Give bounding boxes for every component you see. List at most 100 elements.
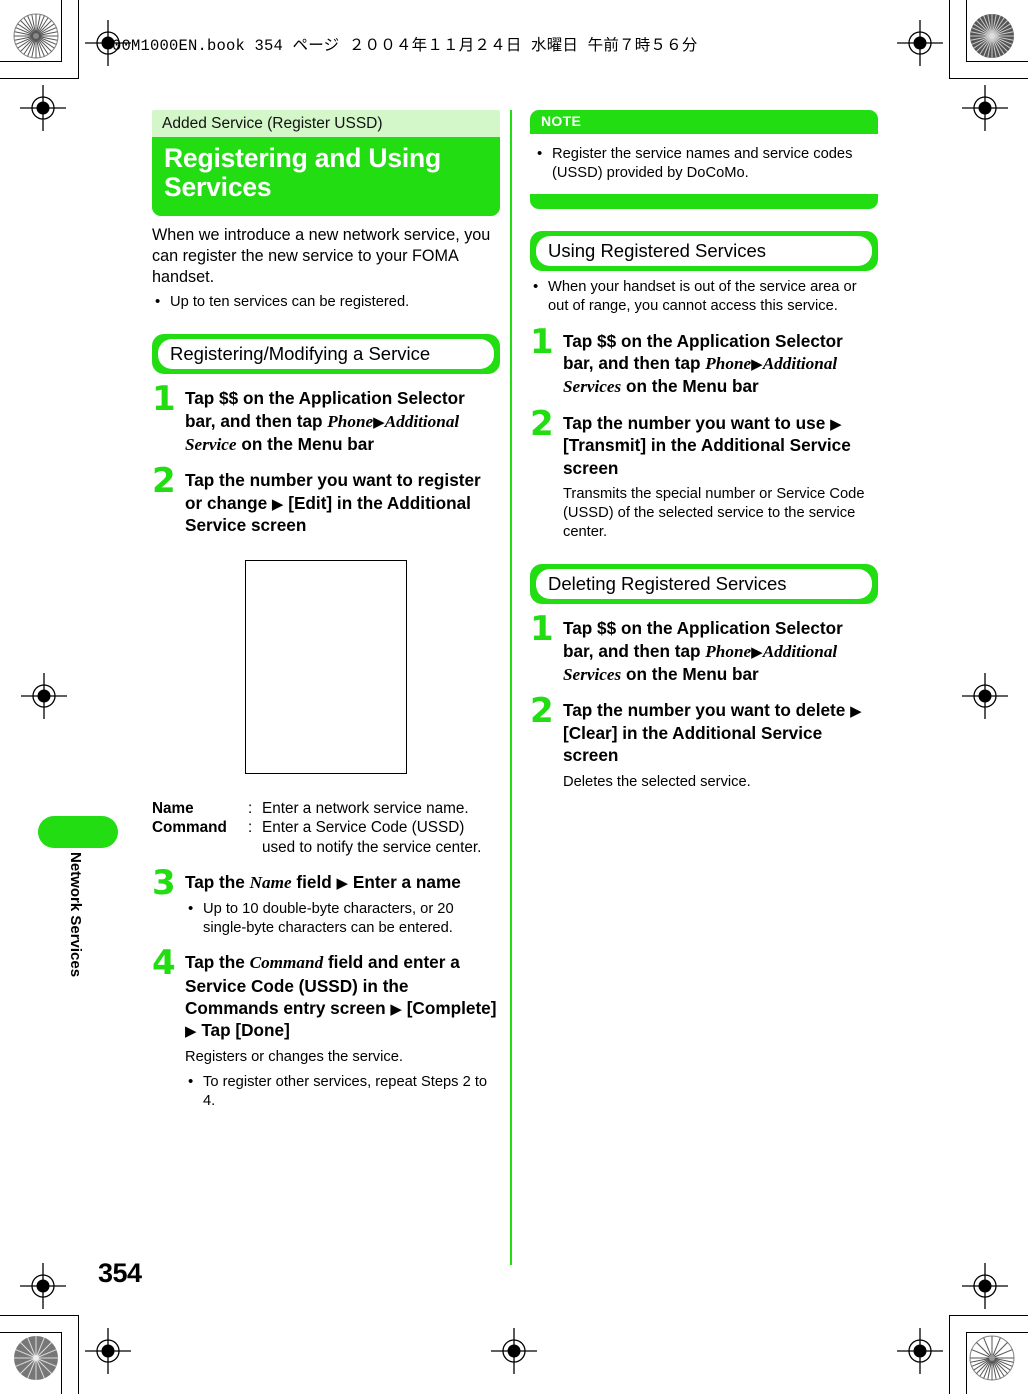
step-body: Tap the number you want to use ▶ [Transm… xyxy=(563,412,878,479)
arrow-icon: ▶ xyxy=(185,1022,197,1041)
step-text: Tap the number you want to delete xyxy=(563,700,851,721)
emphasis-term: Phone xyxy=(327,411,374,431)
arrow-icon: ▶ xyxy=(271,494,284,513)
page-title: Registering and Using Services xyxy=(164,143,442,203)
step-number: 2 xyxy=(530,691,554,732)
step-body: Tap $$ on the Application Selector bar, … xyxy=(563,617,878,686)
note-body: Register the service names and service c… xyxy=(530,134,878,195)
registration-crosshair-icon xyxy=(491,1328,537,1374)
arrow-icon: ▶ xyxy=(373,412,385,431)
step-note: Registers or changes the service. xyxy=(185,1048,403,1065)
arrow-icon: ▶ xyxy=(830,414,842,433)
emphasis-term: Command xyxy=(249,953,324,973)
starburst-registration-icon xyxy=(969,13,1015,59)
step-body: Tap the Command field and enter a Servic… xyxy=(185,951,500,1042)
definition-colon: : xyxy=(248,819,253,837)
step-number: 1 xyxy=(530,321,554,362)
note-footer-bar xyxy=(530,194,878,210)
trim-line xyxy=(966,1332,967,1394)
page-header-filename: 00M1000EN.book 354 ページ ２００４年１１月２４日 水曜日 午… xyxy=(112,37,698,55)
trim-line xyxy=(949,0,950,79)
trim-line xyxy=(966,1332,1028,1333)
trim-line xyxy=(0,1315,79,1316)
section-heading-registering: Registering/Modifying a Service xyxy=(152,334,500,375)
step-text: on the Menu bar xyxy=(236,433,375,454)
arrow-icon: ▶ xyxy=(751,642,763,661)
registration-crosshair-icon xyxy=(20,85,66,131)
trim-line xyxy=(61,0,62,62)
left-steps-group-a: 1 Tap $$ on the Application Selector bar,… xyxy=(152,382,500,536)
field-definition-list: Name: Enter a network service name. Comman… xyxy=(152,799,500,858)
step-text: Tap the xyxy=(185,952,250,973)
registration-crosshair-icon xyxy=(962,673,1008,719)
definition-term: Name xyxy=(152,799,194,817)
step-note: Deletes the selected service. xyxy=(563,773,751,790)
step-text: on the Menu bar xyxy=(621,376,759,397)
step-bullets: To register other services, repeat Steps… xyxy=(185,1072,500,1111)
registration-crosshair-icon xyxy=(85,1328,131,1374)
arrow-icon: ▶ xyxy=(850,702,862,721)
instruction-step: 2 Tap the number you want to use ▶ [Trans… xyxy=(530,407,878,543)
step-body: Tap $$ on the Application Selector bar, … xyxy=(563,330,878,399)
bullet-list: Up to 10 double-byte characters, or 20 s… xyxy=(185,899,500,938)
bullet-list: To register other services, repeat Steps… xyxy=(185,1072,500,1111)
step-number: 4 xyxy=(152,943,176,984)
trim-line xyxy=(966,0,967,62)
definition-term: Command xyxy=(152,819,227,837)
instruction-step: 3Tap the Name field ▶ Enter a nameUp to … xyxy=(152,866,500,939)
emphasis-term: Phone xyxy=(705,641,752,661)
note-header-bar: NOTE xyxy=(530,110,878,134)
note-box: NOTE Register the service names and serv… xyxy=(530,110,878,210)
bullet-item: Up to 10 double-byte characters, or 20 s… xyxy=(185,899,500,938)
bullet-item: To register other services, repeat Steps… xyxy=(185,1072,500,1111)
arrow-icon: ▶ xyxy=(390,999,402,1018)
starburst-registration-icon xyxy=(13,13,59,59)
intro-paragraph: When we introduce a new network service,… xyxy=(152,225,491,286)
registration-crosshair-icon xyxy=(21,673,67,719)
step-note: Transmits the special number or Service … xyxy=(563,485,865,541)
arrow-icon: ▶ xyxy=(751,354,763,373)
section-heading-label: Registering/Modifying a Service xyxy=(158,339,494,370)
step-text: Tap the number you want to use xyxy=(563,412,831,433)
article-title-block: Added Service (Register USSD) Registerin… xyxy=(152,110,500,216)
step-text: [Transmit] in the Additional Service scr… xyxy=(563,435,851,478)
definition-row: Name: Enter a network service name. xyxy=(152,799,500,819)
definition-description: Enter a network service name. xyxy=(262,799,469,817)
definition-colon: : xyxy=(248,799,253,817)
trim-line xyxy=(949,1315,950,1394)
screenshot-placeholder xyxy=(245,559,407,774)
step-text: Tap [Done] xyxy=(196,1020,290,1041)
instruction-step: 1 Tap $$ on the Application Selector bar,… xyxy=(152,382,500,456)
section-heading: Deleting Registered Services xyxy=(530,564,878,605)
column-divider xyxy=(510,110,512,1265)
registration-crosshair-icon xyxy=(897,20,943,66)
step-text: Tap the xyxy=(185,871,250,892)
page-number: 354 xyxy=(98,1258,142,1288)
intro-bullet-list: Up to ten services can be registered. xyxy=(152,292,500,312)
note-bullet-list: Register the service names and service c… xyxy=(534,144,868,183)
left-steps-group-b: 3Tap the Name field ▶ Enter a nameUp to … xyxy=(152,866,500,1112)
arrow-icon: ▶ xyxy=(336,873,349,892)
registration-crosshair-icon xyxy=(20,1263,66,1309)
emphasis-term: Name xyxy=(249,872,292,892)
instruction-step: 4 Tap the Command field and enter a Servi… xyxy=(152,946,500,1111)
section-bullet-list: When your handset is out of the service … xyxy=(530,277,878,316)
trim-line xyxy=(78,0,79,79)
step-body: Tap $$ on the Application Selector bar, … xyxy=(185,387,500,456)
note-label: NOTE xyxy=(541,113,582,129)
step-number: 1 xyxy=(152,379,176,420)
step-text: [Clear] in the Additional Service screen xyxy=(563,722,823,766)
trim-line xyxy=(0,1332,62,1333)
trim-line xyxy=(949,1315,1028,1316)
bullet-item: Up to ten services can be registered. xyxy=(152,292,500,312)
right-column: NOTE Register the service names and serv… xyxy=(530,110,878,792)
step-bullets: Up to 10 double-byte characters, or 20 s… xyxy=(185,899,500,938)
starburst-registration-icon xyxy=(969,1335,1015,1381)
section-heading-label: Deleting Registered Services xyxy=(536,569,872,600)
article-kicker: Added Service (Register USSD) xyxy=(152,110,500,137)
step-body: Tap the Name field ▶ Enter a name xyxy=(185,871,500,894)
step-number: 2 xyxy=(152,461,176,502)
trim-line xyxy=(78,1315,79,1394)
section-heading-label: Using Registered Services xyxy=(536,236,872,267)
instruction-step: 2 Tap the number you want to delete ▶ [Cl… xyxy=(530,694,878,791)
